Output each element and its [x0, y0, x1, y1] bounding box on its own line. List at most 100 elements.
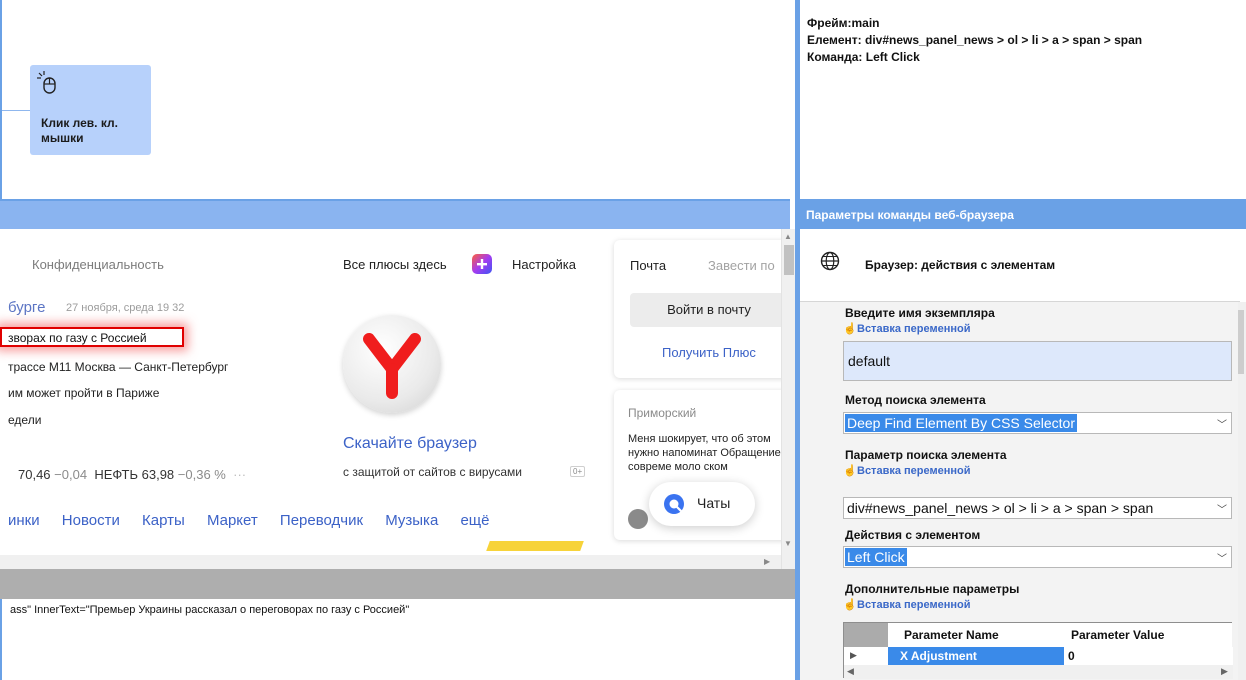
scrollbar-thumb[interactable]	[784, 245, 794, 275]
param-name-cell[interactable]: X Adjustment	[888, 647, 1064, 665]
workflow-block-label: Клик лев. кл. мышки	[41, 116, 118, 145]
date-label: 27 ноября, среда 19 32	[66, 302, 185, 314]
splitter-bar[interactable]	[0, 569, 795, 599]
hand-pointer-icon: ☝	[843, 465, 857, 477]
params-title: Параметры команды веб-браузера	[806, 208, 1014, 222]
zen-location: Приморский	[628, 406, 697, 420]
instance-name-value: default	[848, 353, 891, 369]
insert-variable-link[interactable]: ☝Вставка переменной	[843, 322, 971, 335]
quote-change: −0,04	[54, 467, 88, 482]
search-param-label: Параметр поиска элемента	[845, 448, 1007, 462]
age-badge: 0+	[570, 466, 586, 477]
element-properties-text: ass" InnerText="Премьер Украины рассказа…	[10, 604, 410, 616]
scroll-right-icon[interactable]: ▶	[764, 557, 770, 566]
chat-icon	[664, 494, 684, 514]
browser-preview[interactable]: Конфиденциальность Все плюсы здесь Настр…	[0, 229, 781, 569]
scroll-left-icon[interactable]: ◀	[847, 666, 854, 677]
element-properties-panel: ass" InnerText="Премьер Украины рассказа…	[0, 599, 795, 680]
service-link-maps[interactable]: Карты	[142, 512, 185, 529]
action-label: Действия с элементом	[845, 528, 981, 542]
element-info: Елемент: div#news_panel_news > ol > li >…	[807, 33, 1143, 47]
extra-params-grid[interactable]: Parameter Name Parameter Value ▶ X Adjus…	[843, 622, 1233, 679]
command-title: Браузер: действия с элементам	[865, 258, 1056, 272]
action-select[interactable]: Left Click ﹀	[843, 546, 1232, 568]
grid-col-name[interactable]: Parameter Name	[904, 628, 999, 642]
hand-pointer-icon: ☝	[843, 323, 857, 335]
service-link-market[interactable]: Маркет	[207, 512, 258, 529]
login-mail-button[interactable]: Войти в почту	[630, 293, 781, 327]
create-mail-link[interactable]: Завести по	[708, 258, 775, 273]
extra-params-label: Дополнительные параметры	[845, 582, 1020, 596]
search-method-select[interactable]: Deep Find Element By CSS Selector ﹀	[843, 412, 1232, 434]
service-link-music[interactable]: Музыка	[385, 512, 438, 529]
nav-plus-link[interactable]: Все плюсы здесь	[343, 257, 447, 272]
news-item-text: зворах по газу с Россией	[8, 331, 147, 345]
download-subtitle: с защитой от сайтов с вирусами	[343, 465, 522, 479]
workflow-canvas[interactable]: ➝ Клик лев. кл. мышки	[0, 0, 790, 201]
browser-y-icon	[363, 333, 421, 399]
get-plus-link[interactable]: Получить Плюс	[662, 345, 756, 360]
browser-vertical-scrollbar[interactable]: ▲ ▼	[781, 229, 795, 569]
news-item[interactable]: трассе М11 Москва — Санкт-Петербург	[8, 360, 228, 374]
mail-card: Почта Завести по Войти в почту Получить …	[614, 240, 781, 378]
browser-horizontal-scrollbar[interactable]: ▶	[0, 555, 781, 569]
insert-variable-link[interactable]: ☝Вставка переменной	[843, 598, 971, 611]
hand-pointer-icon: ☝	[843, 599, 857, 611]
search-param-value: div#news_panel_news > ol > li > a > span…	[847, 500, 1154, 516]
params-form: Введите имя экземпляра ☝Вставка переменн…	[800, 301, 1246, 680]
frame-info: Фрейм:main	[807, 16, 880, 30]
news-item[interactable]: едели	[8, 413, 41, 427]
accent-stripe	[486, 541, 584, 551]
scrollbar-thumb[interactable]	[1238, 310, 1244, 374]
insert-variable-link[interactable]: ☝Вставка переменной	[843, 464, 971, 477]
instance-label: Введите имя экземпляра	[845, 306, 995, 320]
chats-label: Чаты	[697, 495, 731, 511]
search-param-select[interactable]: div#news_panel_news > ol > li > a > span…	[843, 497, 1232, 519]
search-method-value: Deep Find Element By CSS Selector	[845, 414, 1077, 432]
city-title[interactable]: бурге	[8, 299, 45, 316]
scroll-up-icon[interactable]: ▲	[784, 232, 792, 241]
mouse-click-icon	[37, 71, 56, 94]
chevron-down-icon[interactable]: ﹀	[1217, 550, 1227, 565]
chevron-down-icon[interactable]: ﹀	[1217, 416, 1227, 431]
nav-settings-link[interactable]: Настройка	[512, 257, 576, 272]
zen-text: Меня шокирует, что об этом нужно напомин…	[628, 433, 781, 473]
quote-change: −0,36 %	[177, 467, 226, 482]
chevron-down-icon[interactable]: ﹀	[1217, 501, 1227, 516]
row-pointer-icon: ▶	[850, 650, 857, 660]
services-nav: инки Новости Карты Маркет Переводчик Муз…	[8, 512, 508, 529]
params-vertical-scrollbar[interactable]	[1238, 302, 1246, 680]
quotes-more-icon[interactable]: ···	[233, 467, 246, 482]
service-link-translator[interactable]: Переводчик	[280, 512, 363, 529]
grid-col-value[interactable]: Parameter Value	[1071, 628, 1164, 642]
param-value-cell[interactable]: 0	[1068, 647, 1075, 665]
service-link-more[interactable]: ещё	[460, 512, 489, 529]
method-label: Метод поиска элемента	[845, 393, 986, 407]
params-header: Параметры команды веб-браузера	[800, 201, 1246, 229]
command-info: Команда: Left Click	[807, 50, 920, 64]
quote-value: 63,98	[141, 467, 175, 482]
quote-value: 70,46	[18, 467, 51, 482]
grid-header: Parameter Name Parameter Value	[888, 623, 1232, 647]
yandex-browser-logo[interactable]	[343, 315, 441, 413]
action-value: Left Click	[845, 548, 907, 566]
scroll-down-icon[interactable]: ▼	[784, 539, 792, 548]
grid-horizontal-scrollbar[interactable]: ◀ ▶	[844, 665, 1233, 679]
params-panel: Браузер: действия с элементам Введите им…	[800, 229, 1246, 680]
quotes-ticker[interactable]: 70,46 −0,04 НЕФТЬ 63,98 −0,36 % ···	[18, 467, 246, 482]
avatar	[628, 509, 648, 529]
panel-header-bar	[0, 201, 790, 229]
globe-icon	[820, 251, 840, 271]
chats-button[interactable]: Чаты	[649, 482, 755, 526]
instance-name-input[interactable]: default	[843, 341, 1232, 381]
service-link[interactable]: инки	[8, 512, 40, 529]
download-browser-link[interactable]: Скачайте браузер	[343, 435, 477, 453]
nav-privacy-link[interactable]: Конфиденциальность	[32, 257, 164, 272]
scroll-right-icon[interactable]: ▶	[1221, 666, 1228, 677]
service-link-news[interactable]: Новости	[62, 512, 120, 529]
news-item[interactable]: им может пройти в Париже	[8, 386, 159, 400]
command-info-panel: Фрейм:main Елемент: div#news_panel_news …	[800, 0, 1246, 201]
news-item-highlighted[interactable]: зворах по газу с Россией	[0, 327, 184, 347]
table-row[interactable]: ▶ X Adjustment 0	[844, 647, 1233, 665]
mail-label[interactable]: Почта	[630, 258, 666, 273]
